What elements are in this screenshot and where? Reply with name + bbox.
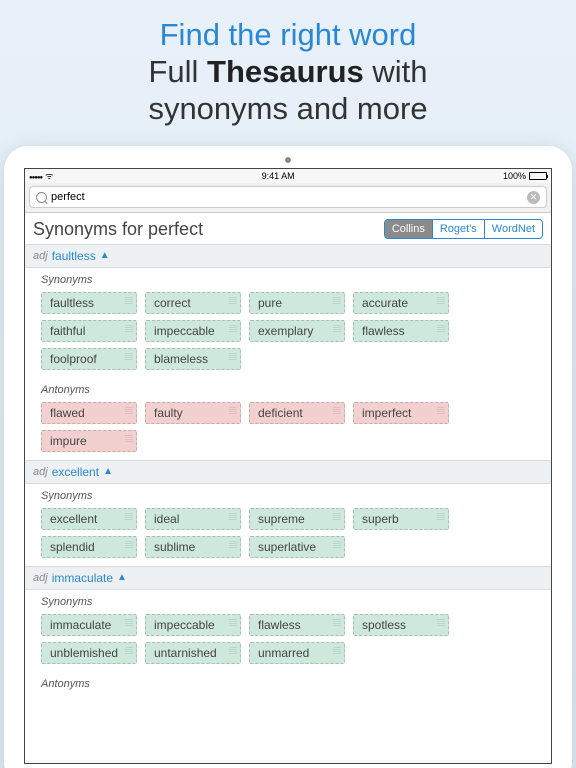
search-icon: [36, 192, 47, 203]
antonym-chip[interactable]: impure: [41, 430, 137, 452]
tab-wordnet[interactable]: WordNet: [484, 220, 542, 238]
promo-line2a: Full: [148, 54, 207, 89]
antonym-chip[interactable]: flawed: [41, 402, 137, 424]
status-right: 100%: [503, 171, 547, 181]
collapse-icon: ▲: [103, 466, 113, 477]
synonym-chip[interactable]: superlative: [249, 536, 345, 558]
search-value: perfect: [51, 191, 527, 203]
antonyms-label: Antonyms: [25, 672, 551, 692]
part-of-speech: adj: [33, 250, 48, 262]
synonym-chip[interactable]: excellent: [41, 508, 137, 530]
part-of-speech: adj: [33, 466, 48, 478]
synonym-chip[interactable]: unblemished: [41, 642, 137, 664]
tab-collins[interactable]: Collins: [385, 220, 432, 238]
promo-line3: synonyms and more: [148, 91, 427, 126]
status-time: 9:41 AM: [262, 171, 295, 181]
synonym-chip[interactable]: superb: [353, 508, 449, 530]
synonym-chip[interactable]: impeccable: [145, 614, 241, 636]
antonym-chips: flawed faulty deficient imperfect impure: [25, 398, 551, 460]
synonym-chip[interactable]: immaculate: [41, 614, 137, 636]
synonym-chip[interactable]: supreme: [249, 508, 345, 530]
synonym-chip[interactable]: pure: [249, 292, 345, 314]
promo-line2c: with: [364, 54, 428, 89]
header-row: Synonyms for perfect Collins Roget's Wor…: [25, 213, 551, 244]
battery-icon: [529, 172, 547, 180]
sense-header[interactable]: adj faultless ▲: [25, 244, 551, 268]
synonym-chip[interactable]: correct: [145, 292, 241, 314]
clear-search-button[interactable]: ✕: [527, 191, 540, 204]
antonym-chip[interactable]: imperfect: [353, 402, 449, 424]
promo-text: Find the right word Full Thesaurus with …: [0, 0, 576, 146]
synonym-chip[interactable]: faithful: [41, 320, 137, 342]
part-of-speech: adj: [33, 572, 48, 584]
page-title: Synonyms for perfect: [33, 219, 203, 240]
tablet-frame: ᯤ 9:41 AM 100% perfect ✕ Synonyms for pe…: [4, 146, 572, 768]
antonyms-label: Antonyms: [25, 378, 551, 398]
synonym-chip[interactable]: accurate: [353, 292, 449, 314]
status-bar: ᯤ 9:41 AM 100%: [25, 169, 551, 183]
synonym-chip[interactable]: spotless: [353, 614, 449, 636]
wifi-icon: ᯤ: [45, 171, 53, 181]
screen: ᯤ 9:41 AM 100% perfect ✕ Synonyms for pe…: [24, 168, 552, 764]
synonym-chip[interactable]: blameless: [145, 348, 241, 370]
source-segmented-control[interactable]: Collins Roget's WordNet: [384, 219, 543, 239]
synonym-chips: immaculate impeccable flawless spotless unbl…: [25, 610, 551, 672]
synonyms-label: Synonyms: [25, 590, 551, 610]
signal-icon: [29, 171, 42, 181]
synonym-chips: faultless correct pure accurate faithful impe…: [25, 288, 551, 378]
synonym-chip[interactable]: foolproof: [41, 348, 137, 370]
synonym-chip[interactable]: sublime: [145, 536, 241, 558]
sense-word: excellent: [52, 465, 99, 479]
camera-dot: [285, 157, 291, 163]
synonym-chip[interactable]: flawless: [249, 614, 345, 636]
collapse-icon: ▲: [117, 572, 127, 583]
synonym-chip[interactable]: exemplary: [249, 320, 345, 342]
synonym-chip[interactable]: faultless: [41, 292, 137, 314]
synonym-chip[interactable]: impeccable: [145, 320, 241, 342]
sense-word: immaculate: [52, 571, 113, 585]
search-input[interactable]: perfect ✕: [29, 186, 547, 208]
synonyms-label: Synonyms: [25, 484, 551, 504]
antonym-chip[interactable]: deficient: [249, 402, 345, 424]
status-left: ᯤ: [29, 169, 53, 182]
synonym-chip[interactable]: flawless: [353, 320, 449, 342]
sense-header[interactable]: adj excellent ▲: [25, 460, 551, 484]
results-content[interactable]: adj faultless ▲ Synonyms faultless correct pur…: [25, 244, 551, 760]
tab-rogets[interactable]: Roget's: [432, 220, 484, 238]
promo-line1: Find the right word: [160, 17, 417, 52]
synonym-chip[interactable]: unmarred: [249, 642, 345, 664]
synonym-chips: excellent ideal supreme superb splendid subli…: [25, 504, 551, 566]
antonym-chip[interactable]: faulty: [145, 402, 241, 424]
sense-word: faultless: [52, 249, 96, 263]
nav-bar: perfect ✕: [25, 183, 551, 213]
synonyms-label: Synonyms: [25, 268, 551, 288]
sense-header[interactable]: adj immaculate ▲: [25, 566, 551, 590]
collapse-icon: ▲: [100, 250, 110, 261]
synonym-chip[interactable]: splendid: [41, 536, 137, 558]
battery-percent: 100%: [503, 171, 526, 181]
promo-line2b: Thesaurus: [207, 54, 364, 89]
synonym-chip[interactable]: ideal: [145, 508, 241, 530]
synonym-chip[interactable]: untarnished: [145, 642, 241, 664]
